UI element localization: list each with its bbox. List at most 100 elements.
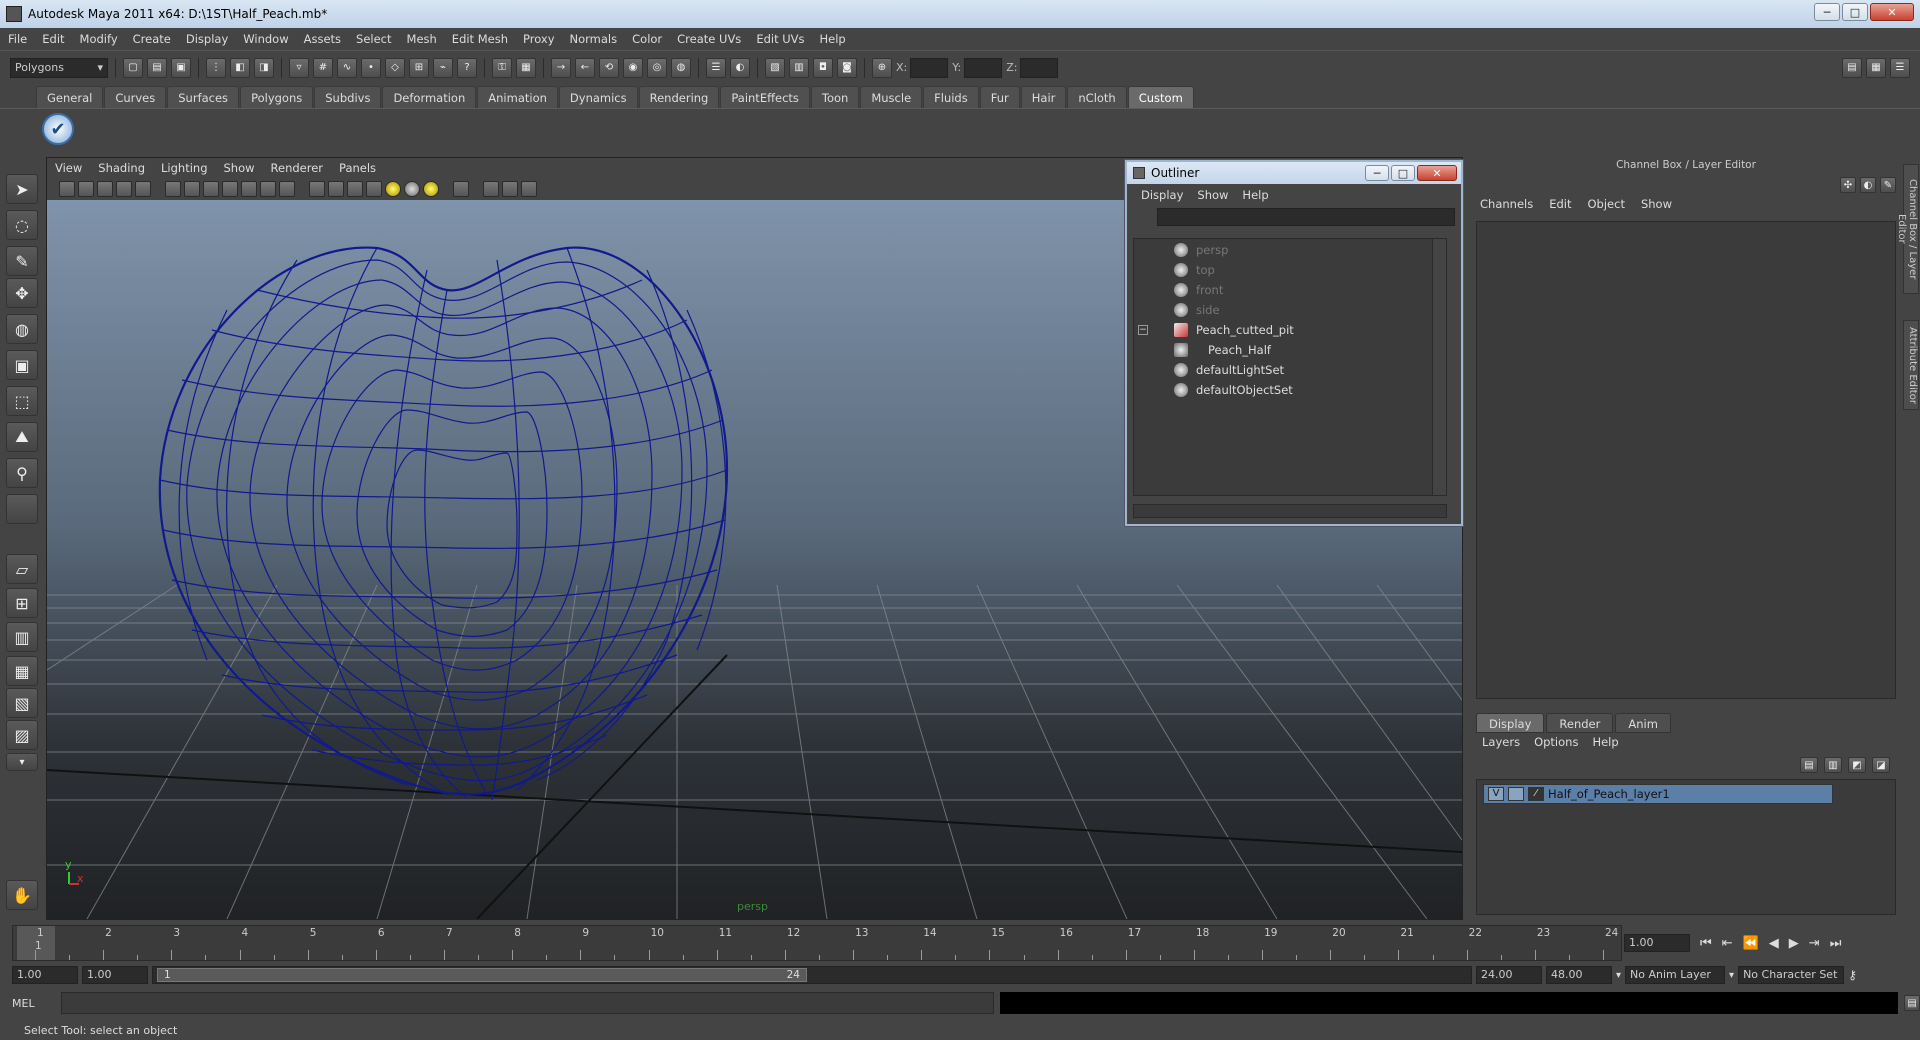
outliner-menu-display[interactable]: Display — [1141, 188, 1183, 202]
menu-modify[interactable]: Modify — [80, 32, 118, 46]
menu-color[interactable]: Color — [632, 32, 662, 46]
render-frame-icon[interactable]: ◎ — [647, 57, 667, 78]
question-icon[interactable]: ? — [457, 57, 477, 78]
outliner-minimize-button[interactable]: ─ — [1365, 165, 1389, 181]
ipr-render-icon[interactable]: ◍ — [671, 57, 691, 78]
cb-menu-channels[interactable]: Channels — [1480, 197, 1533, 211]
tab-display[interactable]: Display — [1476, 713, 1545, 733]
tab-hair[interactable]: Hair — [1020, 86, 1067, 108]
tab-muscle[interactable]: Muscle — [860, 86, 923, 108]
playback-end-field[interactable]: 24.00 — [1476, 966, 1542, 984]
tab-dynamics[interactable]: Dynamics — [558, 86, 638, 108]
layer-menu-options[interactable]: Options — [1534, 735, 1578, 749]
cb-menu-edit[interactable]: Edit — [1549, 197, 1571, 211]
go-to-start-icon[interactable]: ⏮ — [1700, 936, 1712, 951]
list-item[interactable]: top — [1174, 261, 1215, 279]
axis-icon[interactable]: ✣ — [1840, 177, 1856, 193]
snap-plane-icon[interactable]: ◇ — [385, 57, 405, 78]
character-set-select[interactable]: No Character Set — [1738, 966, 1845, 984]
menu-window[interactable]: Window — [243, 32, 288, 46]
film-icon[interactable]: ▥ — [789, 57, 809, 78]
select-object-icon[interactable]: ◧ — [230, 57, 250, 78]
snap-grid-icon[interactable]: # — [313, 57, 333, 78]
new-layer-icon[interactable]: ◩ — [1848, 757, 1866, 773]
camera-icon[interactable]: ◘ — [813, 57, 833, 78]
layer-menu-layers[interactable]: Layers — [1482, 735, 1520, 749]
menu-edit[interactable]: Edit — [42, 32, 64, 46]
tab-ncloth[interactable]: nCloth — [1067, 86, 1127, 108]
live-surface-icon[interactable]: ⊞ — [409, 57, 429, 78]
side-tab-channel-box[interactable]: Channel Box / Layer Editor — [1896, 164, 1919, 294]
new-scene-icon[interactable]: ▢ — [123, 57, 143, 78]
vp-menu-view[interactable]: View — [55, 161, 82, 175]
grid-icon[interactable] — [165, 181, 181, 197]
command-input[interactable] — [61, 992, 994, 1014]
key-icon[interactable]: ⚷ — [1848, 968, 1857, 982]
menu-display[interactable]: Display — [186, 32, 228, 46]
half-circle-icon[interactable]: ◐ — [1860, 177, 1876, 193]
start-time-field[interactable]: 1.00 — [12, 966, 78, 984]
menu-edit-mesh[interactable]: Edit Mesh — [452, 32, 508, 46]
outliner-menu-show[interactable]: Show — [1197, 188, 1228, 202]
x-field[interactable] — [910, 57, 949, 78]
menu-edit-uvs[interactable]: Edit UVs — [756, 32, 804, 46]
range-handle[interactable]: 1 24 — [157, 968, 807, 982]
maximize-button[interactable]: □ — [1842, 3, 1868, 21]
layer-move-up-icon[interactable]: ▤ — [1800, 757, 1818, 773]
tab-subdivs[interactable]: Subdivs — [314, 86, 382, 108]
snap-curve-icon[interactable]: ∿ — [337, 57, 357, 78]
menu-create-uvs[interactable]: Create UVs — [677, 32, 741, 46]
isolate-select-icon[interactable] — [453, 181, 469, 197]
show-manip-icon[interactable]: ⚲ — [6, 458, 38, 488]
menu-mesh[interactable]: Mesh — [407, 32, 437, 46]
select-mask-icon[interactable]: ▦ — [516, 57, 536, 78]
persp-graph-icon[interactable]: ▦ — [6, 656, 38, 686]
grease-pencil-icon[interactable] — [135, 181, 151, 197]
outliner-close-button[interactable]: ✕ — [1417, 165, 1457, 181]
single-perspective-icon[interactable]: ▱ — [6, 554, 38, 584]
channel-box-panel[interactable] — [1476, 221, 1896, 699]
construction-history-icon[interactable]: ⟲ — [599, 57, 619, 78]
step-back-key-icon[interactable]: ⇤ — [1722, 936, 1733, 951]
save-scene-icon[interactable]: ▣ — [171, 57, 191, 78]
tab-deformation[interactable]: Deformation — [382, 86, 477, 108]
step-back-frame-icon[interactable]: ⏪ — [1743, 936, 1759, 951]
list-item[interactable]: front — [1174, 281, 1223, 299]
persp-hypershade-icon[interactable]: ▧ — [6, 688, 38, 718]
safe-title-icon[interactable] — [279, 181, 295, 197]
hypershade-icon[interactable]: ◐ — [730, 57, 750, 78]
xray-active-icon[interactable] — [502, 181, 518, 197]
snapshot-icon[interactable]: ▧ — [765, 57, 785, 78]
tab-animation[interactable]: Animation — [477, 86, 558, 108]
menu-assets[interactable]: Assets — [304, 32, 341, 46]
field-chart-icon[interactable] — [241, 181, 257, 197]
command-language-label[interactable]: MEL — [12, 997, 55, 1010]
snap-point-icon[interactable]: • — [361, 57, 381, 78]
minimize-button[interactable]: ─ — [1814, 3, 1840, 21]
new-layer-selected-icon[interactable]: ◪ — [1872, 757, 1890, 773]
layer-menu-help[interactable]: Help — [1592, 735, 1618, 749]
menu-set-selector[interactable]: Polygons ▾ — [10, 57, 108, 78]
safe-action-icon[interactable] — [260, 181, 276, 197]
select-tool-icon[interactable]: ➤ — [6, 174, 38, 204]
outliner-menu-help[interactable]: Help — [1242, 188, 1268, 202]
four-view-icon[interactable]: ⊞ — [6, 588, 38, 618]
render-settings-icon[interactable]: ☰ — [706, 57, 726, 78]
paint-select-icon[interactable]: ✎ — [6, 246, 38, 276]
move-tool-icon[interactable]: ✥ — [6, 278, 38, 308]
tab-toon[interactable]: Toon — [810, 86, 860, 108]
render-view-icon[interactable]: ◉ — [623, 57, 643, 78]
tab-fluids[interactable]: Fluids — [923, 86, 979, 108]
tab-custom[interactable]: Custom — [1127, 86, 1194, 108]
playback-start-field[interactable]: 1.00 — [82, 966, 148, 984]
xray-joints-icon[interactable] — [483, 181, 499, 197]
xray-icon[interactable] — [366, 181, 382, 197]
all-lights-icon[interactable] — [404, 181, 420, 197]
wireframe-on-shaded-icon[interactable] — [347, 181, 363, 197]
tab-anim[interactable]: Anim — [1615, 713, 1671, 733]
menu-normals[interactable]: Normals — [570, 32, 618, 46]
tab-surfaces[interactable]: Surfaces — [167, 86, 240, 108]
list-item[interactable]: defaultObjectSet — [1174, 381, 1293, 399]
outliner-filter-field[interactable] — [1157, 208, 1455, 226]
hand-icon[interactable]: ✋ — [6, 880, 38, 910]
